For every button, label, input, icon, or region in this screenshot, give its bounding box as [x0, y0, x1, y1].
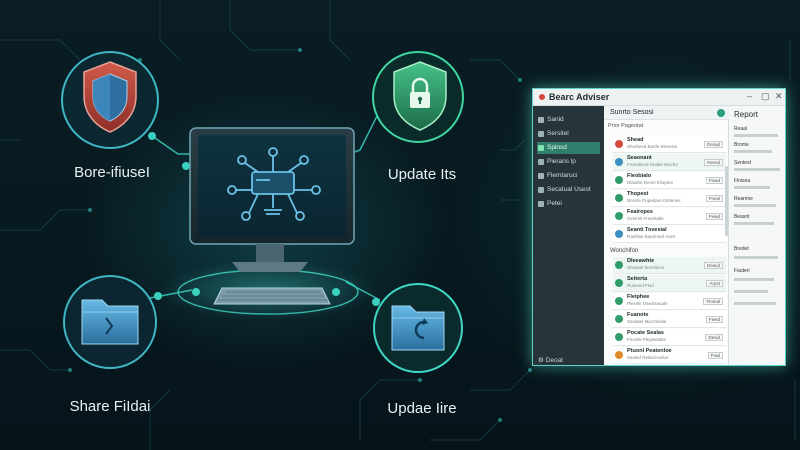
close-button[interactable]: ✕ [775, 91, 783, 102]
row-action-button[interactable]: Arpst [706, 280, 723, 287]
list-item[interactable]: Fleiphee Pleselir Dsedrrauale Flomal [613, 293, 726, 310]
sidebar-item-4[interactable]: Pieraris lp [537, 156, 600, 168]
list-item[interactable]: Fleobialo Dlauthe Deriel Eliopest Fiead [613, 172, 726, 189]
list-item[interactable]: Pocate Sealas Fnovlei Plegtaloitite Desid [613, 329, 726, 346]
sidebar-item-5[interactable]: Flemtaruci [537, 170, 600, 182]
report-bar [734, 290, 768, 293]
main-panel: Sunrto Sesosi Prior Pagentat Shead Shurke… [604, 106, 729, 365]
row-action-button[interactable]: Desid [705, 334, 723, 341]
row-action-button[interactable]: Desad [703, 141, 723, 148]
list-item[interactable]: Shead Shurkeed Bartle Eleserta Desad [613, 136, 726, 153]
home-icon [538, 117, 544, 123]
report-bar [734, 134, 778, 137]
warning-icon [615, 351, 623, 359]
users-icon [538, 187, 544, 193]
list-item[interactable]: Seaonant Frenatiend Dealer Mucho Nessd [613, 154, 726, 171]
window-title: Bearc Adviser [549, 92, 610, 102]
report-label: Sentest [734, 160, 751, 166]
feature-circle-bottom-right [373, 283, 463, 373]
sidebar-item-6[interactable]: Secatual Usest [537, 184, 600, 196]
feature-label-2: Update Its [387, 166, 457, 183]
check-icon [615, 212, 623, 220]
feature-circle-top-right [372, 51, 464, 143]
main-header: Sunrto Sesosi [604, 106, 729, 120]
row-action-button[interactable]: Fiead [705, 177, 723, 184]
sidebar-item-1[interactable]: Sanid [537, 114, 600, 126]
report-title: Report [734, 110, 759, 119]
minimize-button[interactable]: – [747, 91, 752, 101]
list-item[interactable]: Thopest Bnoste Pupedare Dsitenes Fneal [613, 190, 726, 207]
row-action-button[interactable]: Deacd [703, 262, 723, 269]
report-label: Bredet [734, 246, 749, 252]
row-action-button[interactable]: Fiead [705, 213, 723, 220]
folder-icon [538, 173, 544, 179]
list-item[interactable]: Ptuonl Peatenloe Sasted Relarcinsdue Frad [613, 347, 726, 364]
row-action-button[interactable]: Nessd [704, 159, 723, 166]
row-action-button[interactable]: Flomal [703, 298, 723, 305]
report-label: Fauteri [734, 268, 750, 274]
central-monitor [158, 127, 378, 320]
report-bar [734, 256, 778, 259]
report-panel: Report Reaal Bronte Sentest Finisea Rean… [729, 106, 785, 365]
app-logo-icon [539, 94, 545, 100]
background-scene: Bore-ifiuseI Update Its Share FiIdai Upd… [0, 0, 800, 450]
list-item[interactable]: Seanti Tovesial Ranfitse Buprimed Aoirs [613, 226, 726, 243]
folder-update-icon [391, 305, 445, 351]
shield-icon [538, 145, 544, 151]
sidebar-item-2[interactable]: Sersitel [537, 128, 600, 140]
scan-icon [538, 131, 544, 137]
report-label: Reaal [734, 126, 748, 132]
report-bar [734, 150, 772, 153]
report-bar [734, 168, 780, 171]
file-icon [615, 230, 623, 238]
main-tabs[interactable]: Prior Pagentat [608, 123, 643, 129]
sidebar-footer[interactable]: ⚙ Deoat [538, 356, 563, 364]
report-bar [734, 222, 774, 225]
feature-label-1: Bore-ifiuseI [74, 164, 150, 181]
row-action-button[interactable]: Frad [707, 352, 723, 359]
list-item[interactable]: Seiterta Rutseed Flod Arpst [613, 275, 726, 292]
feature-circle-bottom-left [63, 275, 157, 369]
list-item[interactable]: Feairopes Ovierkit Frestrtatle Fiead [613, 208, 726, 225]
maximize-button[interactable]: ▢ [761, 91, 770, 102]
app-window: Bearc Adviser – ▢ ✕ Sanid Sersitel Spins… [532, 88, 786, 366]
section-header: Wonchifon [610, 248, 639, 254]
report-label: Finisea [734, 178, 751, 184]
check-icon [615, 297, 623, 305]
report-label: Bronte [734, 142, 749, 148]
list-item[interactable]: Dleeawhte Sheaset fevrelinns Deacd [613, 257, 726, 274]
report-bar [734, 204, 776, 207]
report-bar [734, 302, 776, 305]
sidebar-item-3[interactable]: Spinsd [537, 142, 600, 154]
title-bar: Bearc Adviser – ▢ ✕ [533, 89, 785, 106]
check-icon [615, 315, 623, 323]
sidebar-item-7[interactable]: Petei [537, 198, 600, 210]
feature-label-4: Updae Iire [387, 400, 457, 417]
update-icon [538, 159, 544, 165]
report-icon [538, 201, 544, 207]
refresh-icon[interactable] [717, 109, 725, 117]
check-icon [615, 176, 623, 184]
feature-circle-top-left [61, 51, 159, 149]
report-label: Beasnt [734, 214, 750, 220]
row-action-button[interactable]: Fneal [705, 195, 723, 202]
feature-label-3: Share FiIdai [69, 398, 151, 415]
file-icon [615, 158, 623, 166]
check-icon [615, 261, 623, 269]
check-icon [615, 279, 623, 287]
alert-icon [615, 140, 623, 148]
scrollbar[interactable] [725, 166, 728, 236]
check-icon [615, 194, 623, 202]
list-item[interactable]: Fuanote Seaiatel Mecrtieslat Fiesd [613, 311, 726, 328]
report-label: Reanme [734, 196, 753, 202]
report-bar [734, 278, 774, 281]
report-bar [734, 186, 770, 189]
check-icon [615, 333, 623, 341]
sidebar: Sanid Sersitel Spinsd Pieraris lp Flemta… [533, 106, 604, 365]
row-action-button[interactable]: Fiesd [705, 316, 723, 323]
